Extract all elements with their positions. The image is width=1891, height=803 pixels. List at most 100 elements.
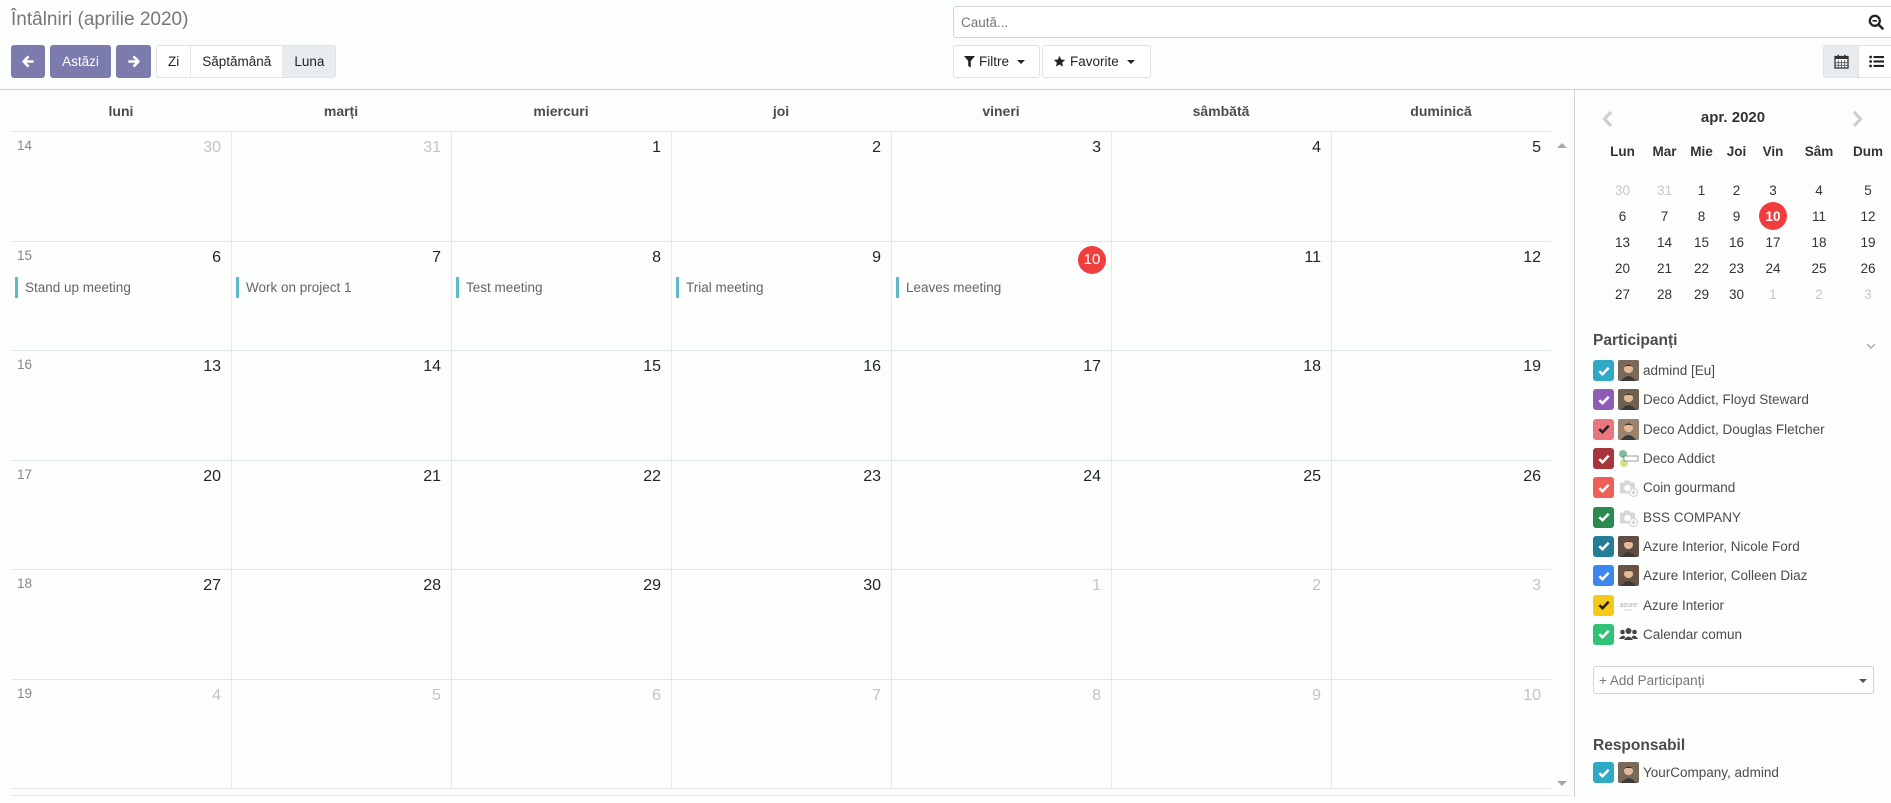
filter-checkbox[interactable] [1593, 623, 1614, 645]
mini-day[interactable]: 3 [1864, 287, 1872, 302]
calendar-event[interactable]: Test meeting [456, 276, 665, 298]
filter-checkbox[interactable] [1593, 594, 1614, 616]
day-cell[interactable]: 11 [1111, 241, 1331, 350]
grid-scrollbar[interactable] [1551, 132, 1572, 793]
day-cell[interactable]: 18 [1111, 351, 1331, 460]
mini-day[interactable]: 3 [1769, 183, 1777, 198]
mini-day[interactable]: 13 [1615, 235, 1630, 250]
day-cell[interactable]: 1 [891, 570, 1111, 679]
calendar-event[interactable]: Work on project 1 [236, 276, 445, 298]
filter-checkbox[interactable] [1593, 389, 1614, 411]
day-cell[interactable]: 8 Test meeting [451, 241, 671, 350]
mini-day[interactable]: 18 [1811, 235, 1826, 250]
filter-checkbox[interactable] [1593, 448, 1614, 470]
day-cell[interactable]: 21 [231, 460, 451, 569]
day-cell[interactable]: 29 [451, 570, 671, 679]
mini-day[interactable]: 16 [1729, 235, 1744, 250]
favorites-dropdown[interactable]: Favorite [1042, 45, 1151, 78]
filter-checkbox[interactable] [1593, 762, 1614, 784]
filter-item[interactable]: Azure Interior, Nicole Ford [1593, 532, 1883, 561]
filter-checkbox[interactable] [1593, 477, 1614, 499]
day-cell[interactable]: 9 Trial meeting [671, 241, 891, 350]
day-cell[interactable]: 10 [1331, 679, 1551, 788]
day-cell[interactable]: 2 [671, 132, 891, 241]
day-cell[interactable]: 2 [1111, 570, 1331, 679]
filter-item[interactable]: BSS COMPANY [1593, 502, 1883, 531]
next-button[interactable] [116, 45, 151, 78]
filter-item[interactable]: YourCompany, admind [1593, 758, 1883, 787]
mini-day[interactable]: 24 [1765, 261, 1780, 276]
day-cell[interactable]: 24 [891, 460, 1111, 569]
day-cell[interactable]: 28 [231, 570, 451, 679]
mini-day[interactable]: 22 [1694, 261, 1709, 276]
day-cell[interactable]: 5 [231, 679, 451, 788]
mini-day[interactable]: 1 [1698, 183, 1706, 198]
mini-day[interactable]: 2 [1733, 183, 1741, 198]
scale-day-button[interactable]: Zi [157, 46, 192, 77]
mini-day[interactable]: 27 [1615, 287, 1630, 302]
mini-day[interactable]: 7 [1661, 209, 1669, 224]
day-cell[interactable]: 26 [1331, 460, 1551, 569]
mini-day[interactable]: 1 [1769, 287, 1777, 302]
day-cell[interactable]: 8 [891, 679, 1111, 788]
day-cell[interactable]: 5 [1331, 132, 1551, 241]
filters-dropdown[interactable]: Filtre [953, 45, 1040, 78]
day-cell[interactable]: 23 [671, 460, 891, 569]
day-cell[interactable]: 16 [671, 351, 891, 460]
day-cell[interactable]: 9 [1111, 679, 1331, 788]
list-view-button[interactable] [1859, 46, 1891, 77]
day-cell[interactable]: 22 [451, 460, 671, 569]
day-cell[interactable]: 18 27 [11, 570, 231, 679]
mini-today[interactable]: 10 [1759, 202, 1787, 230]
filter-checkbox[interactable] [1593, 535, 1614, 557]
mini-day[interactable]: 31 [1657, 183, 1672, 198]
mini-day[interactable]: 23 [1729, 261, 1744, 276]
day-cell[interactable]: 16 13 [11, 351, 231, 460]
filter-checkbox[interactable] [1593, 565, 1614, 587]
search-input[interactable] [954, 7, 1865, 37]
day-cell[interactable]: 17 20 [11, 461, 231, 570]
chevron-down-icon[interactable] [1866, 341, 1876, 351]
day-cell[interactable]: 6 [451, 679, 671, 788]
mini-day[interactable]: 6 [1619, 209, 1627, 224]
day-cell[interactable]: 14 30 [11, 132, 231, 241]
day-cell[interactable]: 15 6 Stand up meeting [11, 242, 231, 351]
day-cell[interactable]: 30 [671, 570, 891, 679]
day-cell[interactable]: 1 [451, 132, 671, 241]
day-cell[interactable]: 25 [1111, 460, 1331, 569]
day-cell[interactable]: 4 [1111, 132, 1331, 241]
mini-day[interactable]: 17 [1765, 235, 1780, 250]
day-cell[interactable]: 3 [1331, 570, 1551, 679]
filter-item[interactable]: Calendar comun [1593, 620, 1883, 649]
filter-item[interactable]: Azure Interior, Colleen Diaz [1593, 561, 1883, 590]
day-cell[interactable]: 14 [231, 351, 451, 460]
filter-checkbox[interactable] [1593, 418, 1614, 440]
mini-day[interactable]: 14 [1657, 235, 1672, 250]
filter-checkbox[interactable] [1593, 360, 1614, 382]
mini-day[interactable]: 20 [1615, 261, 1630, 276]
day-cell[interactable]: 10 Leaves meeting [891, 241, 1111, 350]
filter-item[interactable]: Deco Addict, Floyd Steward [1593, 385, 1883, 414]
calendar-event[interactable]: Leaves meeting [896, 276, 1105, 298]
mini-day[interactable]: 11 [1812, 209, 1826, 224]
search-icon[interactable] [1865, 11, 1887, 33]
mini-day[interactable]: 2 [1815, 287, 1823, 302]
day-cell[interactable]: 7 [671, 679, 891, 788]
filter-checkbox[interactable] [1593, 506, 1614, 528]
mini-day[interactable]: 25 [1811, 261, 1826, 276]
previous-button[interactable] [11, 45, 45, 78]
chevron-right-icon[interactable] [1850, 110, 1864, 128]
today-button[interactable]: Astăzi [50, 45, 111, 78]
filter-item[interactable]: Coin gourmand [1593, 473, 1883, 502]
mini-day[interactable]: 19 [1860, 235, 1875, 250]
calendar-view-button[interactable] [1824, 46, 1859, 77]
day-cell[interactable]: 31 [231, 132, 451, 241]
mini-day[interactable]: 29 [1694, 287, 1709, 302]
add-participants-select[interactable]: + Add Participanți [1593, 666, 1874, 694]
day-cell[interactable]: 3 [891, 132, 1111, 241]
day-cell[interactable]: 17 [891, 351, 1111, 460]
mini-day[interactable]: 30 [1729, 287, 1744, 302]
mini-day[interactable]: 26 [1860, 261, 1875, 276]
mini-day[interactable]: 15 [1694, 235, 1709, 250]
scroll-down-arrow-icon[interactable] [1557, 781, 1567, 786]
